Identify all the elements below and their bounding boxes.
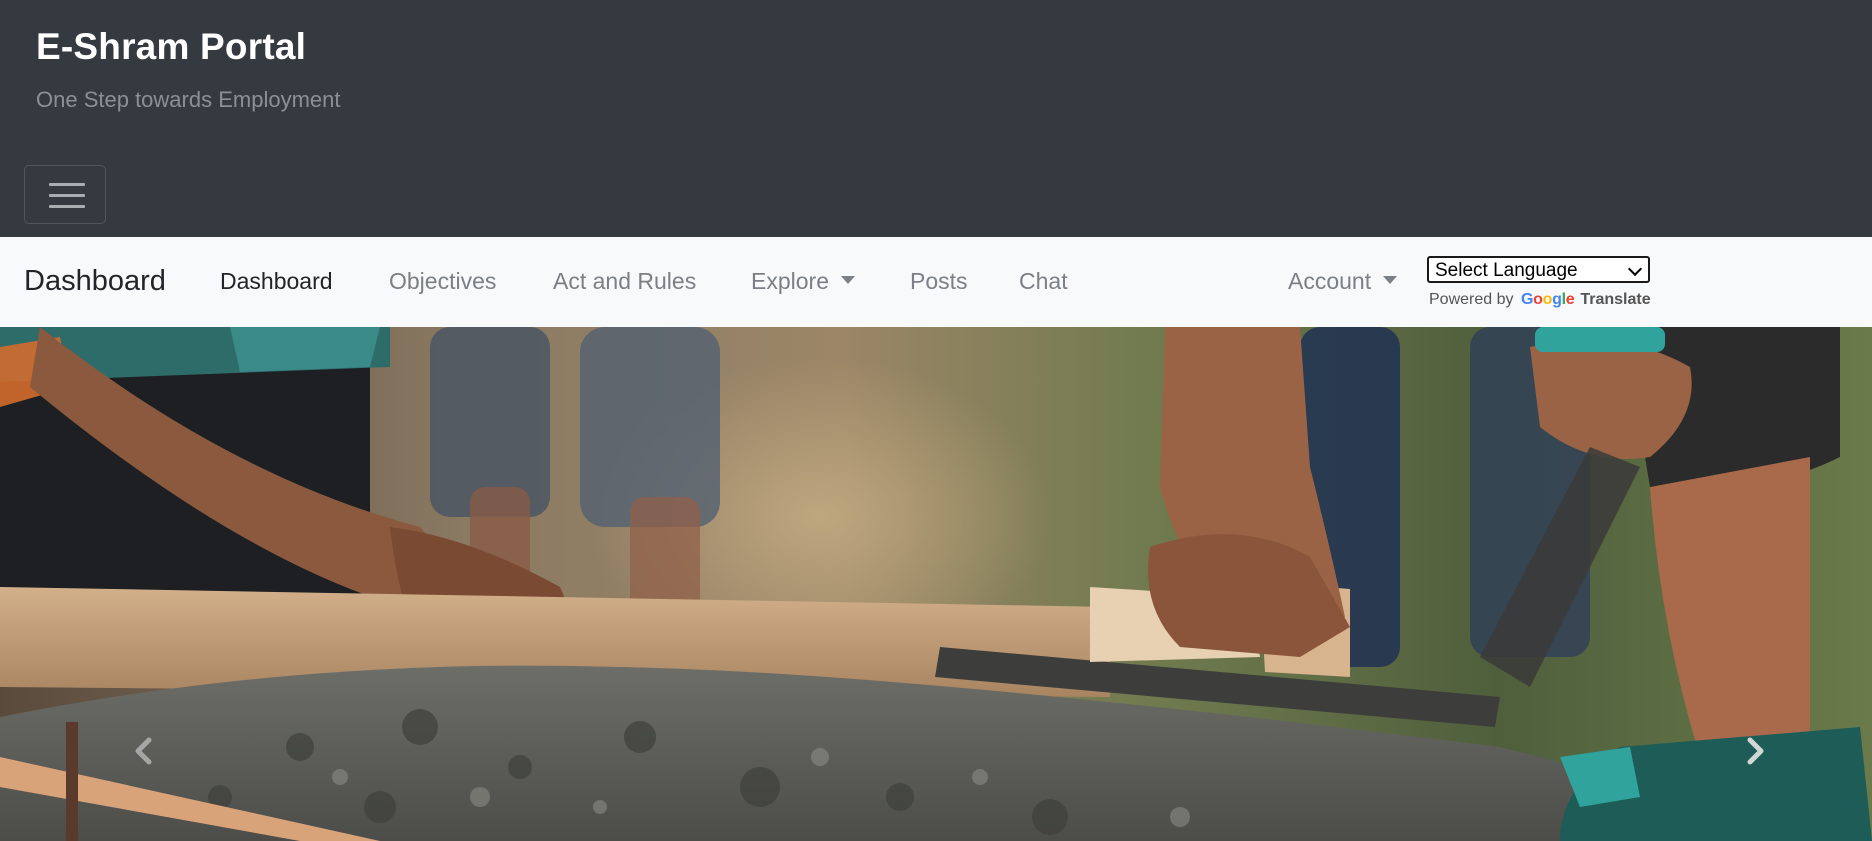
carousel-next-button[interactable]: [1738, 734, 1772, 768]
nav-link-objectives[interactable]: Objectives: [389, 268, 496, 295]
google-translate-attribution: Powered by Google Translate: [1429, 291, 1651, 309]
caret-down-icon: [1383, 276, 1398, 284]
google-logo[interactable]: Google: [1521, 291, 1575, 308]
nav-link-dashboard[interactable]: Dashboard: [220, 268, 333, 295]
chevron-left-icon: [135, 737, 152, 765]
navbar-brand[interactable]: Dashboard: [24, 265, 166, 298]
hero-carousel-image: [0, 327, 1872, 841]
nav-link-label: Posts: [910, 268, 968, 294]
menu-toggle-button[interactable]: [24, 165, 106, 224]
translate-label[interactable]: Translate: [1580, 291, 1650, 308]
site-header: E-Shram Portal One Step towards Employme…: [0, 0, 1872, 237]
nav-link-label: Dashboard: [220, 268, 333, 294]
hamburger-icon: [49, 183, 85, 186]
nav-link-label: Explore: [751, 268, 829, 294]
nav-link-explore[interactable]: Explore: [751, 268, 855, 295]
language-select[interactable]: Select Language: [1427, 256, 1650, 283]
hamburger-icon-bar: [49, 205, 85, 208]
chevron-right-icon: [1747, 737, 1764, 765]
nav-link-act-and-rules[interactable]: Act and Rules: [553, 268, 696, 295]
nav-link-label: Objectives: [389, 268, 497, 294]
nav-link-label: Account: [1288, 268, 1372, 294]
concrete-work-photo: [0, 327, 1872, 841]
nav-link-posts[interactable]: Posts: [910, 268, 968, 295]
chevron-down-icon: [1627, 261, 1643, 277]
site-tagline: One Step towards Employment: [36, 87, 341, 112]
nav-link-label: Chat: [1019, 268, 1068, 294]
hamburger-icon-bar: [49, 194, 85, 197]
language-select-value: Select Language: [1435, 260, 1578, 281]
nav-link-label: Act and Rules: [553, 268, 697, 294]
nav-link-chat[interactable]: Chat: [1019, 268, 1068, 295]
nav-link-account[interactable]: Account: [1288, 268, 1398, 295]
carousel-prev-button[interactable]: [127, 734, 161, 768]
site-title[interactable]: E-Shram Portal: [36, 26, 306, 68]
powered-by-text: Powered by: [1429, 291, 1514, 308]
caret-down-icon: [840, 276, 855, 284]
